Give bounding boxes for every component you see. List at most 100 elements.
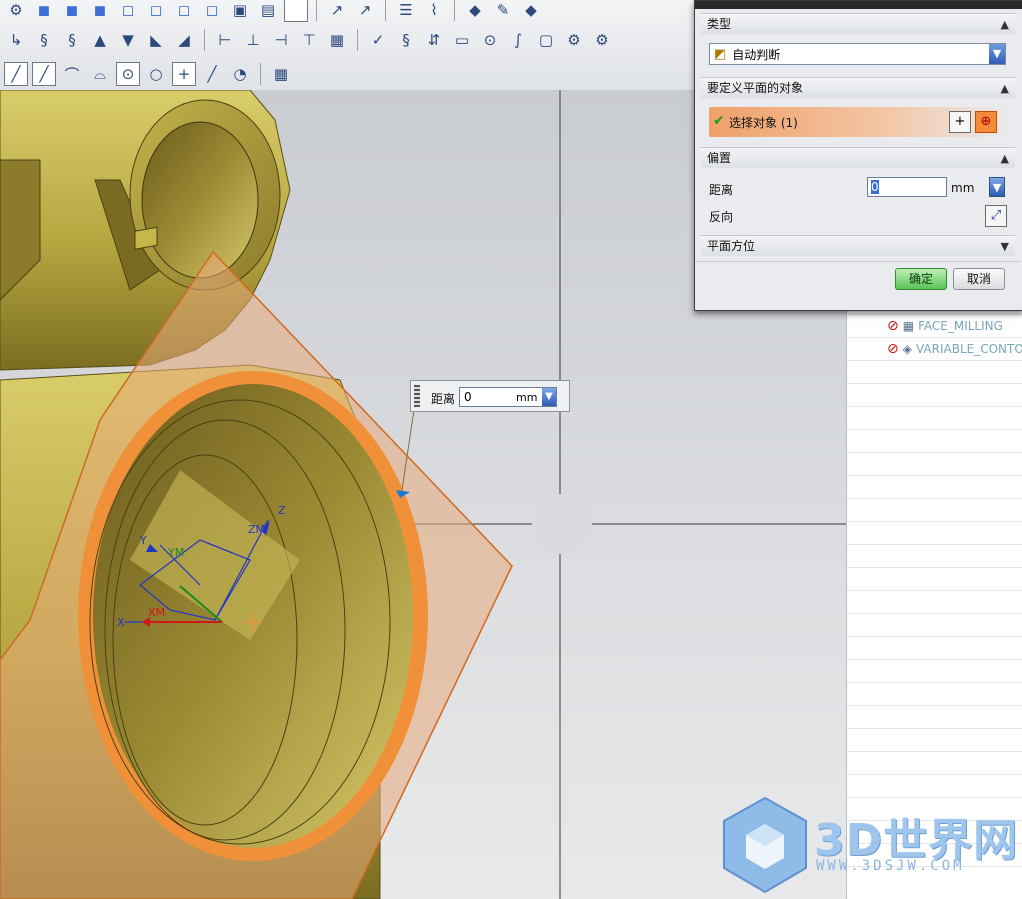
nav-row-empty [847,453,1022,476]
section-type-label: 类型 [707,17,732,31]
floating-distance-unit: mm [516,391,538,404]
not-generated-icon: ⊘ [887,318,899,334]
graph-icon[interactable]: ⌇ [422,0,446,22]
circle-center-icon[interactable]: ⊙ [116,62,140,86]
color-box-icon[interactable] [284,0,308,22]
toolbar-separator [385,0,386,21]
nav-row-empty [847,683,1022,706]
tool-icon[interactable]: § [394,28,418,52]
tool-icon[interactable]: ✓ [366,28,390,52]
distance-unit: mm [951,181,975,195]
cube-icon[interactable]: ◼ [88,0,112,22]
nav-row-empty [847,729,1022,752]
drag-handle[interactable] [414,385,420,407]
tool-icon[interactable]: ▦ [325,28,349,52]
expand-icon[interactable]: ▼ [1001,236,1009,257]
toolbar-separator [204,29,205,51]
grid-icon[interactable]: ▦ [269,62,293,86]
circle-icon[interactable]: ○ [144,62,168,86]
tool-icon[interactable]: § [60,28,84,52]
section-offset-header[interactable]: 偏置 ▲ [701,147,1015,168]
wire-cube-icon[interactable]: ◻ [116,0,140,22]
tool-icon[interactable]: ⊥ [241,28,265,52]
nav-row-empty [847,775,1022,798]
collapse-icon[interactable]: ▲ [1001,148,1009,169]
diamond-icon[interactable]: ◆ [463,0,487,22]
ok-button[interactable]: 确定 [895,268,947,290]
nav-row-variable-contour[interactable]: ⊘ ◈ VARIABLE_CONTO [847,338,1022,361]
surface-point-icon[interactable]: ◔ [228,62,252,86]
toolbar-separator [260,63,261,85]
floating-distance-field[interactable]: 0 mm ▼ [459,387,557,407]
crosshair-select-icon[interactable]: ⊕ [975,111,997,133]
small-tab [134,226,158,250]
tool-icon[interactable]: ↳ [4,28,28,52]
reverse-direction-icon[interactable]: ⤢ [985,205,1007,227]
dialog-footer: 确定 取消 [695,261,1021,302]
select-objects-row[interactable]: ✔ 选择对象 (1) + ⊕ [709,107,1009,137]
add-selection-icon[interactable]: + [949,111,971,133]
unit-dropdown-icon[interactable]: ▼ [542,388,556,406]
tool-icon[interactable]: ⊙ [478,28,502,52]
collapse-icon[interactable]: ▲ [1001,78,1009,99]
wire-cube-icon[interactable]: ◻ [172,0,196,22]
section-offset-label: 偏置 [707,151,732,165]
cursor-icon[interactable]: ↗ [325,0,349,22]
unit-dropdown-icon[interactable]: ▼ [989,177,1005,197]
tool-icon[interactable]: ▲ [88,28,112,52]
line-icon[interactable]: ╱ [200,62,224,86]
arc-icon[interactable]: ⌓ [88,62,112,86]
collapse-icon[interactable]: ▲ [1001,14,1009,35]
tool-icon[interactable]: ⊤ [297,28,321,52]
tool-icon[interactable]: ⚙ [562,28,586,52]
tool-icon[interactable]: ▢ [534,28,558,52]
nav-row-empty [847,361,1022,384]
nav-row-empty [847,660,1022,683]
distance-input[interactable]: 0 [867,177,947,197]
wire-cube-icon[interactable]: ◻ [200,0,224,22]
section-type-header[interactable]: 类型 ▲ [701,13,1015,34]
distance-label: 距离 [709,183,734,197]
curve-icon[interactable]: ⌒ [60,62,84,86]
view-icon[interactable]: ▤ [256,0,280,22]
tool-icon[interactable]: ◢ [172,28,196,52]
cursor-icon[interactable]: ↗ [353,0,377,22]
wrench-icon[interactable]: ✎ [491,0,515,22]
nav-row-empty [847,522,1022,545]
nav-row-empty [847,591,1022,614]
nav-row-face-milling[interactable]: ⊘ ▦ FACE_MILLING [847,315,1022,338]
floating-distance-input[interactable]: 距离 0 mm ▼ [410,380,570,412]
dialog-titlebar[interactable] [695,1,1022,9]
cube-icon[interactable]: ◼ [32,0,56,22]
tool-icon[interactable]: ◣ [144,28,168,52]
tool-icon[interactable]: ⚙ [4,0,28,22]
floating-distance-value[interactable]: 0 [464,390,472,404]
chevron-down-icon[interactable]: ▼ [989,44,1005,64]
watermark-url: WWW.3DSJW.COM [816,858,965,874]
tool-icon[interactable]: ⊣ [269,28,293,52]
tool-icon[interactable]: ⚙ [590,28,614,52]
wire-cube-icon[interactable]: ◻ [144,0,168,22]
tool-icon[interactable]: ▼ [116,28,140,52]
shade-icon[interactable]: ▣ [228,0,252,22]
tool-icon[interactable]: ⊢ [213,28,237,52]
tool-icon[interactable]: § [32,28,56,52]
tool-icon[interactable]: ▭ [450,28,474,52]
line-point-icon[interactable]: ╱ [32,62,56,86]
tool-icon[interactable]: ∫ [506,28,530,52]
list-icon[interactable]: ☰ [394,0,418,22]
axis-label-y: Y [139,534,147,547]
section-orientation-header[interactable]: 平面方位 ▼ [701,235,1015,256]
point-icon[interactable]: + [172,62,196,86]
type-dropdown[interactable]: ◩ 自动判断 ▼ [709,43,1006,65]
line-icon[interactable]: ╱ [4,62,28,86]
diamond-icon[interactable]: ◆ [519,0,543,22]
cancel-button[interactable]: 取消 [953,268,1005,290]
section-objects-header[interactable]: 要定义平面的对象 ▲ [701,77,1015,98]
check-icon: ✔ [713,113,725,129]
section-orientation-label: 平面方位 [707,239,756,253]
distance-value[interactable]: 0 [871,180,879,194]
watermark-logo [723,796,807,894]
cube-icon[interactable]: ◼ [60,0,84,22]
tool-icon[interactable]: ⇵ [422,28,446,52]
